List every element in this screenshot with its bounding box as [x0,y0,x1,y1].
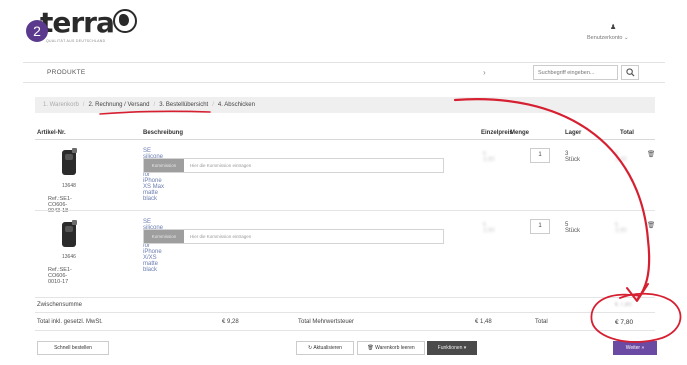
search-icon [626,68,635,77]
vat-label: Total Mehrwertsteuer [298,319,355,325]
unit-price: € 3,90 [483,222,495,234]
row-divider [35,210,655,211]
commission-button[interactable]: Kommission [144,159,184,172]
column-header-article: Artikel-Nr. [37,130,66,136]
unit-price: € 3,90 [483,151,495,163]
product-thumbnail[interactable] [62,148,77,175]
vat-value: € 1,48 [475,319,492,325]
clear-cart-button[interactable]: 🗑 Warenkorb leeren [357,341,425,355]
search-input[interactable] [533,65,618,80]
row-divider [35,297,655,298]
next-button[interactable]: Weiter » [613,341,657,355]
column-header-unit-price: Einzelpreis [481,130,513,136]
search-button[interactable] [621,65,639,80]
product-description-link[interactable]: SE silicone protective slim-case for iPh… [143,148,169,202]
row-divider [35,330,655,331]
breadcrumb-step-submit: 4. Abschicken [217,102,255,108]
annotation-arrow-head [626,283,649,302]
nav-products[interactable]: PRODUKTE [47,69,86,76]
logo-text[interactable]: terra [40,8,115,38]
article-ref: Ref.:SE1-CO606-0043-18 [48,196,72,214]
column-header-description: Beschreibung [143,130,184,136]
checkout-breadcrumb: 1. Warenkorb/2. Rechnung / Versand/3. Be… [35,97,655,113]
user-icon[interactable]: ♟ [610,23,616,31]
breadcrumb-step-overview: 3. Bestellübersicht [159,102,209,108]
breadcrumb-step-billing: 2. Rechnung / Versand [88,102,150,108]
quantity-input[interactable]: 1 [530,148,550,163]
globe-logo-icon [113,9,137,33]
quantity-input[interactable]: 1 [530,219,550,234]
trash-icon: 🗑 [367,345,376,351]
logo-subtitle: QUALITÄT AUS DEUTSCHLAND [46,39,106,43]
total-label: Total [535,319,548,325]
total-incl-vat-label: Total inkl. gesetzl. MwSt. [37,319,103,325]
annotation-circle [590,292,682,343]
quick-order-button[interactable]: Schnell bestellen [37,341,109,355]
breadcrumb-step-cart[interactable]: 1. Warenkorb [43,102,79,108]
column-header-quantity: Menge [510,130,530,136]
trash-icon[interactable]: 🗑 [647,150,655,158]
article-number: 13648 [62,183,76,189]
column-header-stock: Lager [565,130,582,136]
stock-status: 5 Stück [565,222,581,234]
trash-icon[interactable]: 🗑 [647,221,655,229]
subtotal-label: Zwischensumme [37,302,83,308]
clear-cart-label: Warenkorb leeren [375,345,415,351]
update-cart-button[interactable]: ↻ Aktualisieren [296,341,354,355]
breadcrumb-separator: / [212,102,214,108]
total-incl-vat-value: € 9,28 [222,319,239,325]
commission-field[interactable]: Kommission Hier die Kommission eintragen [143,158,444,173]
update-cart-label: Aktualisieren [313,345,342,351]
stock-status: 3 Stück [565,151,581,163]
row-total: € 3,90 [615,151,627,163]
subtotal-value: € 7,80 [615,302,632,308]
commission-field[interactable]: Kommission Hier die Kommission eintragen [143,229,444,244]
commission-placeholder: Hier die Kommission eintragen [190,163,252,168]
row-divider [35,312,655,313]
step-number-badge: 2 [26,20,48,42]
breadcrumb-separator: / [153,102,156,108]
product-thumbnail[interactable] [62,220,77,247]
breadcrumb-separator: / [82,102,85,108]
functions-dropdown-button[interactable]: Funktionen ▾ [427,341,477,355]
grand-total-value: € 7,80 [615,319,634,326]
article-number: 13646 [62,254,76,260]
user-account-menu[interactable]: Benutzerkonto ⌄ [587,35,629,41]
annotation-overlay [99,98,682,343]
commission-button[interactable]: Kommission [144,230,184,243]
article-ref: Ref.:SE1-CO606-0010-17 [48,267,72,285]
header-divider [35,139,655,140]
chevron-right-icon[interactable]: › [483,68,486,77]
column-header-total: Total [620,130,634,136]
main-navbar: PRODUKTE › [23,62,665,83]
commission-placeholder: Hier die Kommission eintragen [190,234,252,239]
row-total: € 3,90 [615,222,627,234]
product-description-link[interactable]: SE silicone protective slim-case for iPh… [143,219,169,273]
